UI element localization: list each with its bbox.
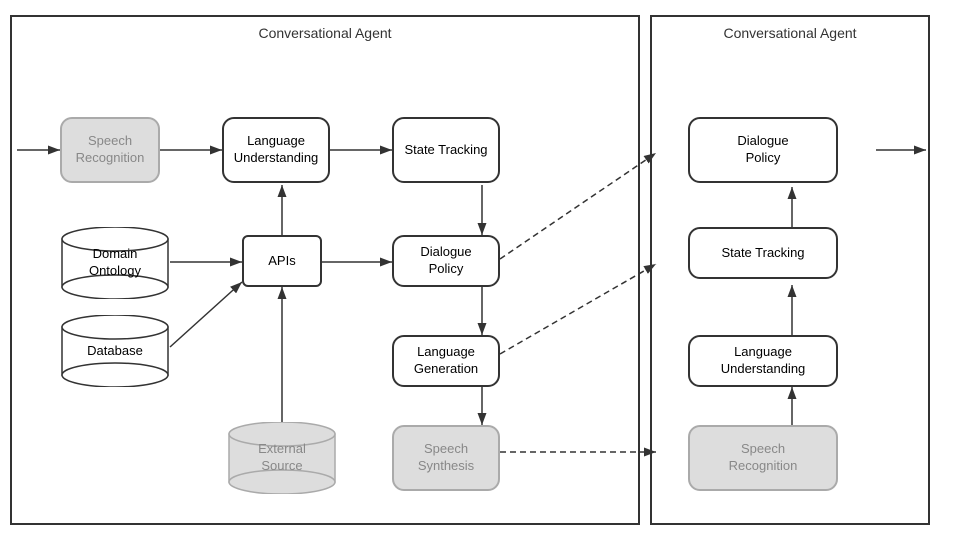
left-external-source: ExternalSource: [227, 422, 337, 494]
right-dialogue-policy: DialoguePolicy: [688, 117, 838, 183]
left-agent-box: Conversational Agent: [10, 15, 640, 525]
left-dialogue-policy: DialoguePolicy: [392, 235, 500, 287]
right-agent-box: Conversational Agent DialoguePolicy Stat: [650, 15, 930, 525]
right-state-tracking: State Tracking: [688, 227, 838, 279]
left-database: Database: [60, 315, 170, 387]
diagram-container: Conversational Agent: [0, 0, 960, 540]
right-speech-recognition: SpeechRecognition: [688, 425, 838, 491]
left-domain-ontology: DomainOntology: [60, 227, 170, 299]
left-apis: APIs: [242, 235, 322, 287]
right-agent-title: Conversational Agent: [723, 25, 856, 41]
left-language-generation: LanguageGeneration: [392, 335, 500, 387]
left-state-tracking: State Tracking: [392, 117, 500, 183]
left-speech-synthesis: SpeechSynthesis: [392, 425, 500, 491]
left-language-understanding: LanguageUnderstanding: [222, 117, 330, 183]
right-language-understanding: LanguageUnderstanding: [688, 335, 838, 387]
left-agent-title: Conversational Agent: [258, 25, 391, 41]
left-speech-recognition: SpeechRecognition: [60, 117, 160, 183]
